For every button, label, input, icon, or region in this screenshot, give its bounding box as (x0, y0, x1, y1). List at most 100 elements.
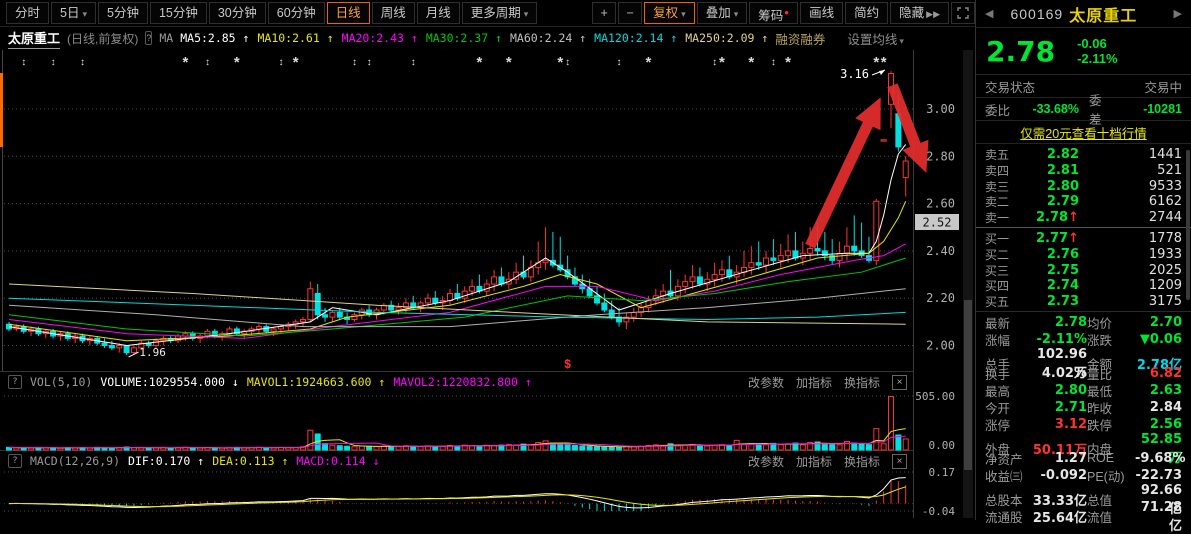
next-stock-icon[interactable]: ▶ (1171, 7, 1185, 20)
stat-row: 最高2.80最低2.63 (976, 381, 1191, 398)
dif-value: DIF:0.170 ↑ (128, 454, 204, 468)
period-tab-周线[interactable]: 周线 (372, 2, 415, 24)
sidebar-scrollbar[interactable] (1186, 150, 1190, 300)
svg-text:↕: ↕ (51, 57, 56, 68)
svg-text:*: * (646, 54, 652, 71)
period-tab-月线[interactable]: 月线 (417, 2, 460, 24)
book-price: 2.81 (1019, 163, 1079, 178)
svg-text:2.00: 2.00 (926, 339, 955, 353)
stat-row: 涨幅-2.11%涨跌▼0.06 (976, 330, 1191, 347)
margin-trading-link[interactable]: 融资融券 (775, 29, 825, 48)
stat-value: 2.70 (1135, 315, 1182, 330)
tool-button-画线[interactable]: 画线 (800, 2, 843, 24)
ask-row[interactable]: 卖四2.81521 (976, 162, 1191, 178)
close-icon[interactable]: × (892, 375, 907, 390)
stat-label: 涨跌 (1087, 330, 1135, 349)
chevron-down-icon: ▾ (734, 9, 739, 19)
price-change: -0.06 (1077, 36, 1117, 51)
panel-button-改参数[interactable]: 改参数 (748, 374, 784, 391)
stat-value: -2.11% (1031, 332, 1087, 347)
ma-settings-link[interactable]: 设置均线▾ (847, 29, 904, 48)
period-tab-5日[interactable]: 5日▾ (51, 2, 96, 24)
ask-row[interactable]: 卖三2.809533 (976, 178, 1191, 194)
stat-label: 涨停 (985, 415, 1031, 434)
panel-button-改参数[interactable]: 改参数 (748, 453, 784, 470)
svg-text:*: * (476, 54, 482, 71)
double-arrow-icon: ▶▶ (926, 9, 940, 19)
book-price: 2.74 (1019, 278, 1079, 293)
period-tab-30分钟[interactable]: 30分钟 (209, 2, 266, 24)
period-tab-5分钟[interactable]: 5分钟 (98, 2, 148, 24)
up-arrow-icon: ↑ (378, 375, 385, 389)
chevron-down-icon: ▾ (82, 9, 87, 19)
period-tab-更多周期[interactable]: 更多周期▾ (462, 2, 538, 24)
help-icon[interactable]: ? (145, 31, 152, 45)
stat-row: 外盘50.11万内盘52.85万 (976, 432, 1191, 449)
level2-promo-link[interactable]: 仅需20元查看十档行情 (1020, 123, 1146, 142)
bid-row[interactable]: 买五2.733175 (976, 293, 1191, 309)
panel-button-换指标[interactable]: 换指标 (844, 374, 880, 391)
stock-name: 太原重工 (1069, 2, 1137, 26)
period-tab-60分钟[interactable]: 60分钟 (268, 2, 325, 24)
panel-button-加指标[interactable]: 加指标 (796, 374, 832, 391)
period-tab-15分钟[interactable]: 15分钟 (150, 2, 207, 24)
svg-text:2.40: 2.40 (926, 244, 955, 258)
svg-text:↕: ↕ (205, 57, 210, 68)
bid-row[interactable]: 买四2.741209 (976, 277, 1191, 293)
book-volume: 3175 (1079, 294, 1182, 309)
bid-row[interactable]: 买一2.77↑1778 (976, 230, 1191, 246)
book-volume: 6162 (1079, 194, 1182, 209)
book-level-label: 买四 (985, 277, 1019, 294)
stat-label: 流通股 (985, 507, 1031, 526)
stat-value: 2.80 (1031, 383, 1087, 398)
tool-button-叠加[interactable]: 叠加▾ (697, 2, 748, 24)
zoom-out-button[interactable]: − (618, 2, 642, 24)
zoom-in-button[interactable]: + (592, 2, 616, 24)
ma-value-MA250: MA250:2.09 ↑ (685, 31, 768, 45)
symbol-name: 太原重工 (8, 28, 60, 49)
ask-row[interactable]: 卖一2.78↑2744 (976, 209, 1191, 225)
bid-row[interactable]: 买三2.752025 (976, 262, 1191, 278)
book-level-label: 买一 (985, 230, 1019, 247)
svg-text:*: * (557, 54, 563, 71)
weibi-value: -33.68% (1017, 102, 1079, 116)
help-icon[interactable]: ? (8, 454, 22, 468)
svg-text:↕: ↕ (278, 57, 283, 68)
book-level-label: 卖三 (985, 178, 1019, 195)
stat-label: 跌停 (1087, 415, 1135, 434)
bid-row[interactable]: 买二2.761933 (976, 246, 1191, 262)
svg-text:*: * (234, 54, 240, 71)
weicha-value: -10281 (1113, 102, 1182, 116)
svg-text:↕: ↕ (367, 57, 372, 68)
panel-button-加指标[interactable]: 加指标 (796, 453, 832, 470)
book-price: 2.82 (1019, 147, 1079, 162)
book-price: 2.77↑ (1019, 231, 1079, 246)
period-tab-日线[interactable]: 日线 (327, 2, 370, 24)
mavol1-value: MAVOL1:1924663.600 ↑ (247, 375, 386, 389)
stat-value: 2.84 (1135, 400, 1182, 415)
period-tab-分时[interactable]: 分时 (6, 2, 49, 24)
chevron-down-icon: ▾ (681, 9, 686, 19)
book-price: 2.78↑ (1019, 210, 1079, 225)
stat-label: 收益㈢ (985, 466, 1031, 485)
fullscreen-icon[interactable] (951, 2, 975, 24)
book-level-label: 卖五 (985, 146, 1019, 163)
book-volume: 1778 (1079, 231, 1182, 246)
tool-button-隐藏[interactable]: 隐藏▶▶ (890, 2, 949, 24)
ask-row[interactable]: 卖五2.821441 (976, 146, 1191, 162)
chevron-down-icon: ▾ (524, 9, 529, 19)
svg-text:2.20: 2.20 (926, 291, 955, 305)
prev-stock-icon[interactable]: ◀ (982, 7, 996, 20)
tool-button-复权[interactable]: 复权▾ (644, 2, 695, 24)
stat-value: 4.02% (1031, 366, 1087, 381)
close-icon[interactable]: × (892, 454, 907, 469)
panel-button-换指标[interactable]: 换指标 (844, 453, 880, 470)
stat-row: 总手102.96万金额2.78亿 (976, 347, 1191, 364)
book-level-label: 买五 (985, 293, 1019, 310)
tool-button-筹码[interactable]: 筹码● (749, 2, 798, 24)
svg-text:↕: ↕ (21, 57, 26, 68)
candlestick-chart[interactable]: 3.002.802.602.402.202.00↕↕↕*↕*↕*↕↕↕***↕↕… (0, 48, 975, 520)
help-icon[interactable]: ? (8, 375, 22, 389)
ask-row[interactable]: 卖二2.796162 (976, 193, 1191, 209)
tool-button-简约[interactable]: 简约 (845, 2, 888, 24)
